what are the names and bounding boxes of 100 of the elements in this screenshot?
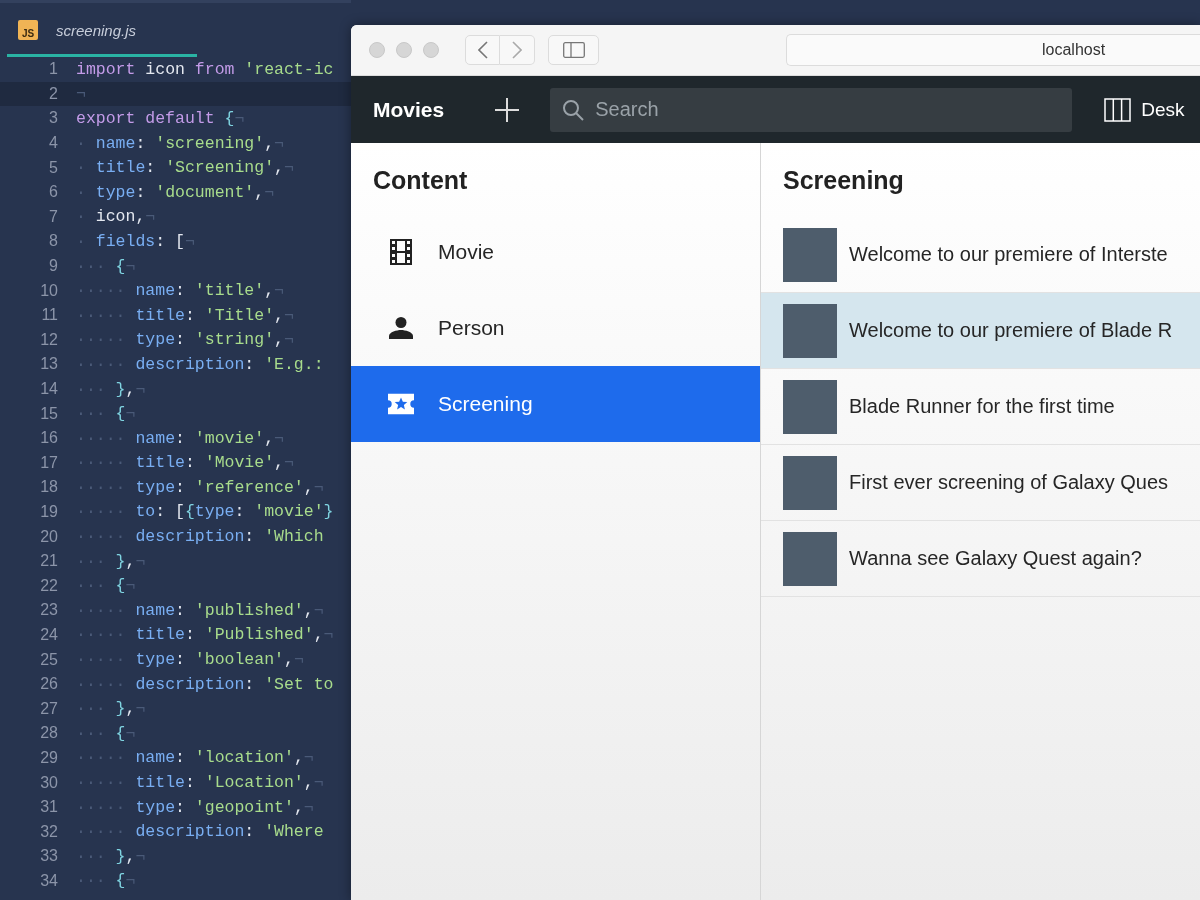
desk-button[interactable]: Desk bbox=[1104, 97, 1185, 122]
line-number: 20 bbox=[39, 527, 59, 546]
line-number: 21 bbox=[39, 552, 59, 571]
ticket-icon bbox=[388, 393, 414, 415]
photo-placeholder bbox=[783, 227, 837, 282]
columns-icon bbox=[1104, 97, 1132, 122]
line-number: 7 bbox=[48, 207, 59, 226]
chevron-left-icon bbox=[477, 41, 488, 59]
chevron-right-icon bbox=[512, 41, 522, 59]
minimize-button[interactable] bbox=[396, 42, 412, 58]
line-number: 31 bbox=[39, 798, 59, 817]
document-item[interactable]: Blade Runner for the first time bbox=[761, 369, 1200, 445]
photo-placeholder bbox=[783, 531, 837, 586]
line-number: 34 bbox=[39, 871, 59, 890]
code-line: ··· {¬ bbox=[76, 722, 136, 745]
line-number: 26 bbox=[39, 675, 59, 694]
add-button[interactable] bbox=[494, 96, 521, 123]
pane-title: Content bbox=[372, 165, 469, 196]
line-number: 17 bbox=[39, 453, 59, 472]
code-line: export default {¬ bbox=[76, 108, 245, 130]
code-line: ····· title: 'Location',¬ bbox=[76, 772, 324, 794]
line-number: 10 bbox=[39, 281, 59, 300]
line-number: 9 bbox=[48, 257, 59, 276]
line-number: 15 bbox=[39, 404, 59, 423]
code-line: ····· name: 'title',¬ bbox=[76, 280, 284, 303]
line-number: 1 bbox=[48, 60, 59, 79]
line-number: 25 bbox=[39, 650, 59, 669]
js-file-icon: JS bbox=[18, 20, 38, 40]
forward-button[interactable] bbox=[500, 35, 535, 65]
line-number: 23 bbox=[39, 601, 59, 620]
photo-placeholder bbox=[783, 455, 837, 510]
code-line: · type: 'document',¬ bbox=[76, 181, 275, 204]
code-line: · icon,¬ bbox=[76, 206, 156, 229]
code-line: · fields: [¬ bbox=[76, 230, 195, 253]
close-button[interactable] bbox=[369, 42, 385, 58]
code-line: ····· type: 'geopoint',¬ bbox=[76, 796, 314, 819]
code-line: ··· },¬ bbox=[76, 698, 146, 721]
line-number: 12 bbox=[39, 330, 59, 349]
line-number: 11 bbox=[40, 306, 59, 325]
code-line: ¬ bbox=[76, 83, 86, 106]
code-line: ··· {¬ bbox=[76, 255, 136, 278]
line-number: 18 bbox=[39, 478, 59, 497]
content-type-item[interactable]: Person bbox=[351, 290, 760, 366]
line-number: 5 bbox=[48, 158, 59, 177]
line-number: 29 bbox=[39, 748, 59, 767]
document-item[interactable]: First ever screening of Galaxy Ques bbox=[761, 445, 1200, 521]
line-number: 28 bbox=[39, 724, 59, 743]
line-number: 8 bbox=[48, 232, 59, 251]
code-line: ····· to: [{type: 'movie'} bbox=[76, 501, 334, 524]
line-number: 14 bbox=[39, 380, 59, 398]
code-line: · name: 'screening',¬ bbox=[76, 132, 284, 155]
search-field[interactable]: Search bbox=[550, 87, 1073, 132]
code-line: ····· title: 'Published',¬ bbox=[76, 624, 334, 647]
photo-placeholder bbox=[783, 379, 837, 434]
code-line: ····· type: 'reference',¬ bbox=[76, 476, 324, 499]
line-number: 30 bbox=[39, 773, 59, 792]
photo-placeholder bbox=[783, 303, 837, 358]
code-line: ··· {¬ bbox=[76, 575, 136, 598]
code-line: ····· name: 'movie',¬ bbox=[76, 427, 284, 450]
line-number: 2 bbox=[48, 84, 59, 103]
line-number: 3 bbox=[48, 109, 59, 128]
address-bar[interactable]: localhost bbox=[786, 34, 1200, 66]
line-number: 4 bbox=[48, 134, 59, 153]
pane-title: Screening bbox=[782, 165, 905, 196]
code-line: import icon from 'react-ic bbox=[76, 58, 334, 81]
code-line: ····· description: 'Which bbox=[76, 526, 324, 549]
zoom-button[interactable] bbox=[423, 42, 439, 58]
code-line: ····· name: 'published',¬ bbox=[76, 599, 324, 622]
search-icon bbox=[562, 98, 585, 121]
line-number: 32 bbox=[39, 822, 59, 841]
code-line: ····· description: 'Set to bbox=[76, 673, 334, 696]
line-number: 16 bbox=[39, 429, 59, 448]
content-type-item[interactable]: Screening bbox=[351, 366, 760, 442]
person-icon bbox=[389, 317, 413, 339]
file-tab[interactable]: JS screening.js bbox=[18, 3, 137, 57]
code-line: ····· title: 'Title',¬ bbox=[76, 304, 294, 327]
code-line: ··· },¬ bbox=[76, 845, 146, 868]
code-line: · title: 'Screening',¬ bbox=[76, 157, 294, 180]
code-line: ····· type: 'string',¬ bbox=[76, 329, 294, 352]
app-title: Movies bbox=[373, 97, 445, 122]
film-icon bbox=[390, 239, 412, 265]
line-number: 13 bbox=[39, 355, 59, 374]
line-number: 19 bbox=[39, 503, 59, 521]
code-line: ····· description: 'Where bbox=[76, 821, 324, 844]
code-line: ····· type: 'boolean',¬ bbox=[76, 649, 304, 672]
document-item[interactable]: Wanna see Galaxy Quest again? bbox=[761, 521, 1200, 597]
code-line: ····· title: 'Movie',¬ bbox=[76, 452, 294, 475]
plus-icon bbox=[494, 96, 521, 123]
back-button[interactable] bbox=[465, 35, 500, 65]
document-item[interactable]: Welcome to our premiere of Blade R bbox=[761, 293, 1200, 369]
code-line: ··· {¬ bbox=[76, 403, 136, 426]
line-number: 22 bbox=[39, 576, 59, 595]
sidebar-button[interactable] bbox=[548, 35, 599, 65]
code-line: ····· name: 'location',¬ bbox=[76, 747, 314, 770]
content-type-item[interactable]: Movie bbox=[351, 214, 760, 290]
line-number: 27 bbox=[39, 699, 59, 718]
code-line: ··· },¬ bbox=[76, 378, 146, 401]
sidebar-icon bbox=[562, 42, 585, 58]
line-number: 24 bbox=[39, 625, 59, 644]
line-number: 33 bbox=[39, 847, 59, 866]
